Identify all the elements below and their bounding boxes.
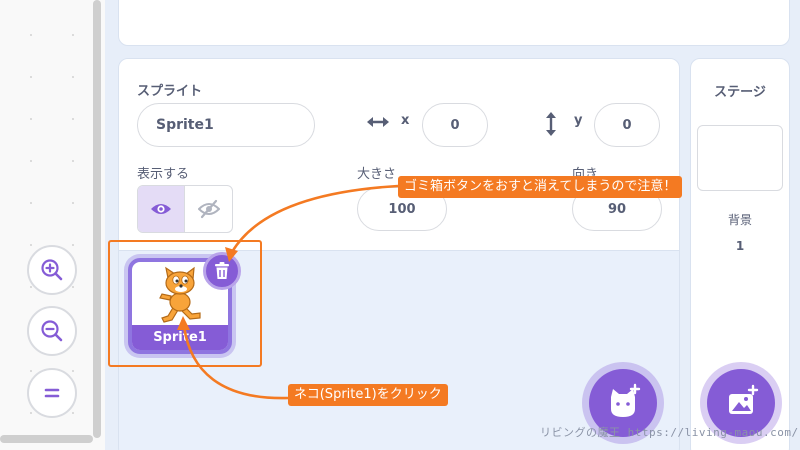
delete-warning-callout: ゴミ箱ボタンをおすと消えてしまうので注意！ [398,176,683,198]
annotation-arrows [177,184,399,400]
click-instruction-arrow [182,325,289,400]
click-instruction-arrowhead [177,316,190,330]
click-instruction-callout: ネコ(Sprite1)をクリック [288,384,448,406]
delete-warning-arrowhead [225,247,238,262]
watermark: リビングの魔王 https://living-maou.com/ [540,426,799,439]
delete-warning-arrow [230,184,399,253]
